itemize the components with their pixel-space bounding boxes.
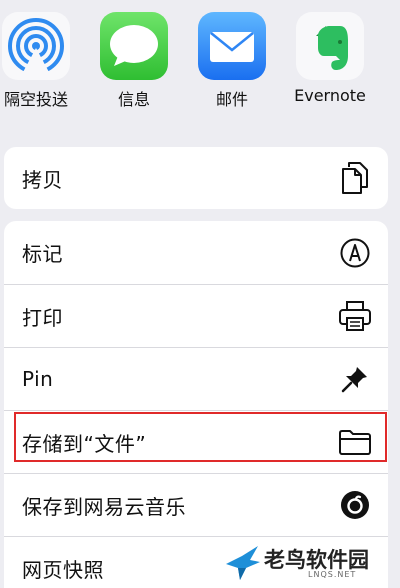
share-app-mail[interactable]: 邮件 (192, 0, 272, 118)
print-label: 打印 (22, 305, 63, 330)
copy-icon (338, 161, 372, 195)
share-app-label: Evernote (294, 86, 366, 105)
pin-row[interactable]: Pin (4, 347, 388, 410)
share-app-label: 邮件 (215, 90, 248, 109)
netease-music-row[interactable]: 保存到网易云音乐 (4, 473, 388, 536)
messages-icon (100, 12, 168, 80)
highlight-box (14, 412, 387, 462)
pushpin-icon (338, 362, 372, 396)
web-snapshot-label: 网页快照 (22, 557, 104, 582)
copy-label: 拷贝 (22, 167, 63, 192)
markup-row[interactable]: 标记 (4, 221, 388, 284)
markup-icon (338, 236, 372, 270)
share-app-airdrop[interactable]: 隔空投送 (0, 0, 76, 118)
watermark: 老鸟软件园 LNQS.NET (224, 540, 400, 588)
bird-logo-icon (226, 546, 260, 580)
airdrop-icon (2, 12, 70, 80)
evernote-icon (296, 12, 364, 80)
copy-row[interactable]: 拷贝 (4, 147, 388, 209)
watermark-subtitle: LNQS.NET (308, 570, 357, 579)
netease-music-label: 保存到网易云音乐 (22, 494, 186, 519)
print-row[interactable]: 打印 (4, 284, 388, 347)
markup-label: 标记 (22, 242, 63, 266)
share-app-label: 隔空投送 (3, 90, 68, 109)
printer-icon (338, 299, 372, 333)
pin-label: Pin (22, 367, 54, 391)
share-app-messages[interactable]: 信息 (94, 0, 174, 118)
share-apps-row: 隔空投送 信息 邮件 Evernote (0, 0, 400, 118)
netease-music-icon (338, 488, 372, 522)
share-app-evernote[interactable]: Evernote (290, 0, 370, 118)
mail-icon (198, 12, 266, 80)
share-app-label: 信息 (117, 90, 150, 109)
copy-group: 拷贝 (4, 147, 388, 209)
actions-group: 标记 打印 Pin 存储到“文件” 保存到网易云音乐 网页快照 (4, 221, 388, 588)
